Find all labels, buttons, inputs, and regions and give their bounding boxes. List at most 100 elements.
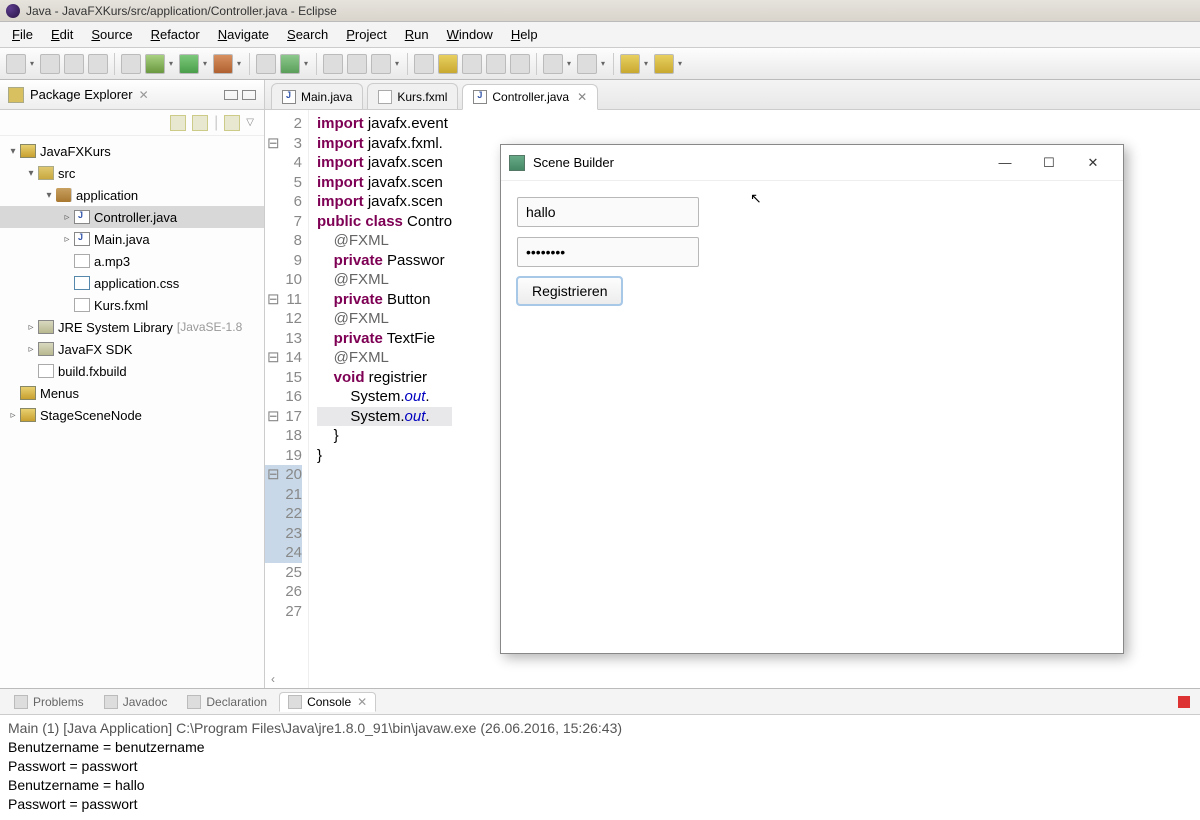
menu-file[interactable]: File <box>4 25 41 44</box>
tree-item-application[interactable]: ▾application <box>0 184 264 206</box>
code-line[interactable]: import javafx.event <box>317 114 452 134</box>
bottom-tab-problems[interactable]: Problems <box>6 693 92 711</box>
menu-run[interactable]: Run <box>397 25 437 44</box>
code-line[interactable]: private TextFie <box>317 329 452 349</box>
new-button[interactable] <box>6 54 26 74</box>
link-editor-button[interactable] <box>192 115 208 131</box>
code-line[interactable]: void registrier <box>317 368 452 388</box>
maximize-button[interactable]: ☐ <box>1027 149 1071 177</box>
tree-item-stagescenenode[interactable]: ▹StageSceneNode <box>0 404 264 426</box>
collapse-all-button[interactable] <box>170 115 186 131</box>
minimize-button[interactable]: — <box>983 149 1027 177</box>
minimize-view-button[interactable] <box>224 90 238 100</box>
code-line[interactable]: @FXML <box>317 270 452 290</box>
run-button[interactable] <box>179 54 199 74</box>
code-line[interactable]: import javafx.fxml. <box>317 134 452 154</box>
twisty-icon[interactable]: ▾ <box>42 190 56 201</box>
code-line[interactable]: public class Contro <box>317 212 452 232</box>
annotation-prev-button[interactable] <box>543 54 563 74</box>
menu-edit[interactable]: Edit <box>43 25 81 44</box>
mark-occurrences-button[interactable] <box>438 54 458 74</box>
block-selection-button[interactable] <box>462 54 482 74</box>
register-button[interactable]: Registrieren <box>517 277 622 305</box>
console-output[interactable]: Main (1) [Java Application] C:\Program F… <box>0 715 1200 818</box>
tree-item-controller-java[interactable]: ▹Controller.java <box>0 206 264 228</box>
code-line[interactable]: System.out. <box>317 407 452 427</box>
code-line[interactable]: import javafx.scen <box>317 173 452 193</box>
close-icon[interactable]: ✕ <box>357 695 367 709</box>
package-tree[interactable]: ▾JavaFXKurs▾src▾application▹Controller.j… <box>0 136 264 430</box>
password-field[interactable] <box>517 237 699 267</box>
ext-tools-button[interactable] <box>213 54 233 74</box>
twisty-icon[interactable]: ▹ <box>60 234 74 245</box>
menu-navigate[interactable]: Navigate <box>210 25 277 44</box>
twisty-icon[interactable]: ▾ <box>6 146 20 157</box>
twisty-icon[interactable]: ▹ <box>60 212 74 223</box>
save-button[interactable] <box>40 54 60 74</box>
separator <box>114 53 115 75</box>
username-field[interactable] <box>517 197 699 227</box>
menu-project[interactable]: Project <box>338 25 394 44</box>
toggle-button[interactable] <box>88 54 108 74</box>
tree-item-a-mp3[interactable]: ▹a.mp3 <box>0 250 264 272</box>
forward-button[interactable] <box>654 54 674 74</box>
bottom-tab-declaration[interactable]: Declaration <box>179 693 275 711</box>
dropdown-icon[interactable]: ▽ <box>246 117 254 128</box>
code-line[interactable]: import javafx.scen <box>317 153 452 173</box>
close-icon[interactable]: ✕ <box>139 88 149 102</box>
annotation-next-button[interactable] <box>577 54 597 74</box>
code-line[interactable]: private Button <box>317 290 452 310</box>
tree-item-javafxkurs[interactable]: ▾JavaFXKurs <box>0 140 264 162</box>
tree-item-main-java[interactable]: ▹Main.java <box>0 228 264 250</box>
code-line[interactable]: @FXML <box>317 231 452 251</box>
close-button[interactable]: ✕ <box>1071 149 1115 177</box>
code-line[interactable]: } <box>317 426 452 446</box>
code-line[interactable]: import javafx.scen <box>317 192 452 212</box>
view-menu-button[interactable] <box>224 115 240 131</box>
open-task-button[interactable] <box>347 54 367 74</box>
code-text[interactable]: import javafx.eventimport javafx.fxml.im… <box>309 110 460 688</box>
show-whitespace-button[interactable] <box>486 54 506 74</box>
tree-item-application-css[interactable]: ▹application.css <box>0 272 264 294</box>
code-line[interactable]: @FXML <box>317 348 452 368</box>
menu-help[interactable]: Help <box>503 25 546 44</box>
bottom-tab-console[interactable]: Console✕ <box>279 692 376 712</box>
twisty-icon[interactable]: ▹ <box>24 344 38 355</box>
scroll-left-icon[interactable]: ‹ <box>271 672 275 686</box>
terminate-button[interactable] <box>1178 696 1190 708</box>
close-icon[interactable]: ✕ <box>577 90 587 104</box>
tab-main-java[interactable]: Main.java <box>271 83 363 109</box>
menu-source[interactable]: Source <box>83 25 140 44</box>
back-button[interactable] <box>620 54 640 74</box>
dialog-titlebar[interactable]: Scene Builder — ☐ ✕ <box>501 145 1123 181</box>
wrap-button[interactable] <box>510 54 530 74</box>
tree-item-jre-system-library[interactable]: ▹JRE System Library[JavaSE-1.8 <box>0 316 264 338</box>
tree-item-src[interactable]: ▾src <box>0 162 264 184</box>
maximize-view-button[interactable] <box>242 90 256 100</box>
save-all-button[interactable] <box>64 54 84 74</box>
tab-controller-java[interactable]: Controller.java✕ <box>462 84 598 110</box>
code-line[interactable]: } <box>317 446 452 466</box>
search-button[interactable] <box>371 54 391 74</box>
open-type-button[interactable] <box>323 54 343 74</box>
menu-refactor[interactable]: Refactor <box>143 25 208 44</box>
menu-window[interactable]: Window <box>439 25 501 44</box>
twisty-icon[interactable]: ▾ <box>24 168 38 179</box>
code-line[interactable]: @FXML <box>317 309 452 329</box>
tree-item-build-fxbuild[interactable]: ▹build.fxbuild <box>0 360 264 382</box>
twisty-icon[interactable]: ▹ <box>24 322 38 333</box>
code-line[interactable]: System.out. <box>317 387 452 407</box>
bottom-tab-javadoc[interactable]: Javadoc <box>96 693 176 711</box>
tree-item-kurs-fxml[interactable]: ▹Kurs.fxml <box>0 294 264 316</box>
toggle-breadcrumb-button[interactable] <box>414 54 434 74</box>
wand-button[interactable] <box>121 54 141 74</box>
tree-item-javafx-sdk[interactable]: ▹JavaFX SDK <box>0 338 264 360</box>
debug-button[interactable] <box>145 54 165 74</box>
new-class-button[interactable] <box>280 54 300 74</box>
twisty-icon[interactable]: ▹ <box>6 410 20 421</box>
code-line[interactable]: private Passwor <box>317 251 452 271</box>
tree-item-menus[interactable]: ▹Menus <box>0 382 264 404</box>
menu-search[interactable]: Search <box>279 25 336 44</box>
new-package-button[interactable] <box>256 54 276 74</box>
tab-kurs-fxml[interactable]: Kurs.fxml <box>367 83 458 109</box>
